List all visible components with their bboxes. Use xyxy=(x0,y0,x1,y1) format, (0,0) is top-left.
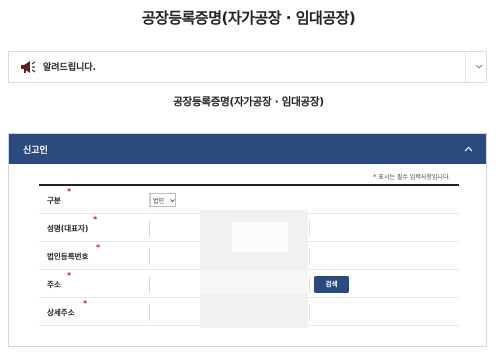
required-note-text: 표시는 필수 입력사항입니다. xyxy=(378,174,451,181)
notice-divider xyxy=(465,52,466,82)
applicant-panel-header[interactable]: 신고인 xyxy=(9,134,486,164)
required-marker: * xyxy=(96,243,101,252)
address-label: 주소 xyxy=(47,280,61,289)
chevron-down-icon xyxy=(170,199,175,203)
redacted-input-area xyxy=(232,222,288,252)
row-divider xyxy=(149,304,150,321)
required-marker: * xyxy=(83,299,88,308)
notice-bar[interactable]: 알려드립니다. xyxy=(8,51,487,83)
chevron-up-icon[interactable] xyxy=(463,144,474,154)
row-divider xyxy=(149,220,150,237)
chevron-down-icon[interactable] xyxy=(474,62,484,72)
notice-label: 알려드립니다. xyxy=(43,63,97,73)
page-title: 공장등록증명(자가공장 · 임대공장) xyxy=(141,9,356,27)
row-divider xyxy=(309,248,310,265)
type-select[interactable]: 법인 xyxy=(150,193,176,207)
address-input[interactable] xyxy=(200,270,308,294)
row-divider xyxy=(309,276,310,293)
required-marker: * xyxy=(67,271,72,280)
applicant-panel-title: 신고인 xyxy=(23,146,48,156)
section-title: 공장등록증명(자가공장 · 임대공장) xyxy=(173,96,324,108)
name-label: 성명(대표자) xyxy=(47,224,89,233)
required-note: * 표시는 필수 입력사항입니다. xyxy=(373,172,450,181)
row-divider xyxy=(309,304,310,321)
corp-no-label: 법인등록번호 xyxy=(47,252,89,261)
megaphone-icon xyxy=(21,61,36,73)
required-marker: * xyxy=(93,215,98,224)
address-detail-label: 상세주소 xyxy=(47,308,75,317)
row-divider xyxy=(309,220,310,237)
address-search-button[interactable]: 검색 xyxy=(314,276,349,293)
type-select-value: 법인 xyxy=(153,198,165,205)
type-label: 구분 xyxy=(47,196,61,205)
required-marker: * xyxy=(67,187,72,196)
row-divider xyxy=(149,276,150,293)
row-divider xyxy=(149,248,150,265)
required-star: * xyxy=(373,173,377,181)
